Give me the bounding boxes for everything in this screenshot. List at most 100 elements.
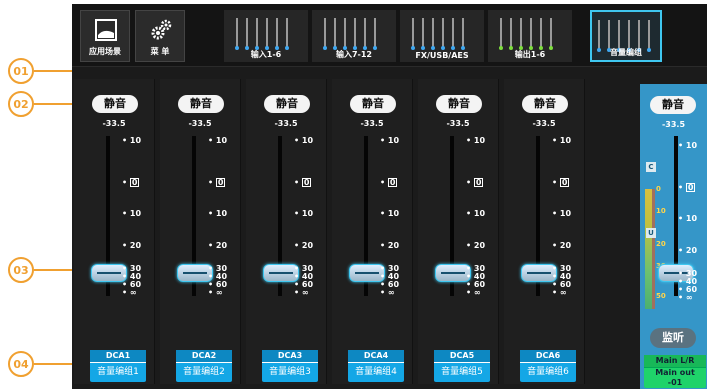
callout-04-line bbox=[34, 363, 72, 365]
bank-fader-line bbox=[236, 18, 238, 48]
bank-fader-line bbox=[598, 20, 600, 50]
fader-scale-value: 20 bbox=[215, 241, 228, 250]
dca-name: DCA2 bbox=[176, 350, 232, 363]
fader-scale-tick: • 10 bbox=[552, 209, 572, 218]
unity-indicator: U bbox=[646, 228, 656, 238]
bank-label: 音量编组 bbox=[610, 48, 642, 57]
fader-scale-value: 0 bbox=[301, 178, 312, 187]
callout-03-line bbox=[34, 269, 72, 271]
dca-assign-button[interactable]: DCA4 音量编组4 bbox=[348, 350, 404, 382]
dca-assign-button[interactable]: DCA2 音量编组2 bbox=[176, 350, 232, 382]
main-lr-output[interactable]: Main L/R Main out -01 bbox=[644, 355, 706, 388]
fader-scale-tick: • 20 bbox=[552, 241, 572, 250]
bank-label: 输入7-12 bbox=[335, 50, 373, 59]
bank-input-1-6[interactable]: 输入1-6 bbox=[224, 10, 308, 62]
dca-assign-button[interactable]: DCA1 音量编组1 bbox=[90, 350, 146, 382]
fader-scale-value: ∞ bbox=[473, 288, 481, 297]
scenes-button[interactable]: 应用场景 bbox=[80, 10, 130, 62]
dca-group-name: 音量编组4 bbox=[355, 367, 397, 377]
fader-scale-value: 10 bbox=[559, 209, 572, 218]
dca-assign-button[interactable]: DCA3 音量编组3 bbox=[262, 350, 318, 382]
bank-fader-line bbox=[266, 18, 268, 48]
dca-group-name: 音量编组5 bbox=[441, 367, 483, 377]
fader-scale-value: 0 bbox=[215, 178, 226, 187]
bank-faders bbox=[411, 18, 472, 50]
monitor-button[interactable]: 监听 bbox=[650, 328, 696, 348]
bank-dca-groups[interactable]: 音量编组 bbox=[590, 10, 662, 62]
bank-fader-dot bbox=[451, 46, 455, 50]
level-readout: -33.5 bbox=[274, 119, 298, 128]
bank-fader-line bbox=[422, 18, 424, 48]
dca-strip: 静音 -33.5 DCA6 音量编组6 • 10 • 0 • 10 • 20 • 30 • 40 •… bbox=[504, 79, 585, 384]
fader-scale-value: 10 bbox=[215, 209, 228, 218]
master-mute-button[interactable]: 静音 bbox=[650, 96, 696, 114]
callout-04: 04 bbox=[8, 351, 34, 377]
master-strip: 静音 -33.5 C U 0 10 20 30 50 • 10• 0• 10• … bbox=[640, 84, 707, 389]
bank-fader-line bbox=[452, 18, 454, 48]
fader-scale-value: 10 bbox=[301, 136, 314, 145]
bank-fader-dot bbox=[441, 46, 445, 50]
bank-label: 输出1-6 bbox=[514, 50, 546, 59]
mute-button[interactable]: 静音 bbox=[350, 95, 396, 113]
dca-name: DCA1 bbox=[90, 350, 146, 363]
fader-scale-tick: • 0 bbox=[678, 183, 696, 192]
level-readout: -33.5 bbox=[446, 119, 470, 128]
bank-faders bbox=[235, 18, 296, 50]
main-out-value: -01 bbox=[667, 378, 683, 387]
bank-fader-line bbox=[442, 18, 444, 48]
fader-scale-tick: • ∞ bbox=[552, 288, 567, 297]
mute-button[interactable]: 静音 bbox=[522, 95, 568, 113]
fader-scale-tick: • 20 bbox=[380, 241, 400, 250]
fader-scale-tick: • 20 bbox=[678, 246, 698, 255]
fader-scale-value: 10 bbox=[559, 136, 572, 145]
bank-fader-line bbox=[344, 18, 346, 48]
dca-name: DCA4 bbox=[348, 350, 404, 363]
dca-strip: 静音 -33.5 DCA4 音量编组4 • 10 • 0 • 10 • 20 • 30 • 40 •… bbox=[332, 79, 413, 384]
bank-fader-line bbox=[354, 18, 356, 48]
menu-button[interactable]: 菜 单 bbox=[135, 10, 185, 62]
bank-fader-line bbox=[364, 18, 366, 48]
dca-assign-button[interactable]: DCA6 音量编组6 bbox=[520, 350, 576, 382]
bank-output-1-6[interactable]: 输出1-6 bbox=[488, 10, 572, 62]
mute-button[interactable]: 静音 bbox=[92, 95, 138, 113]
bank-fader-dot bbox=[461, 46, 465, 50]
mute-button[interactable]: 静音 bbox=[264, 95, 310, 113]
fader-scale-tick: • 10 bbox=[294, 136, 314, 145]
fader-scale-value: 10 bbox=[685, 141, 698, 150]
fader-scale-value: 20 bbox=[559, 241, 572, 250]
fader-scale-value: 20 bbox=[129, 241, 142, 250]
fader-scale-value: 10 bbox=[387, 209, 400, 218]
bank-fx-usb-aes[interactable]: FX/USB/AES bbox=[400, 10, 484, 62]
mute-button[interactable]: 静音 bbox=[436, 95, 482, 113]
fader-scale-value: 10 bbox=[301, 209, 314, 218]
dca-assign-button[interactable]: DCA5 音量编组5 bbox=[434, 350, 490, 382]
fader-scale-value: 0 bbox=[685, 183, 696, 192]
fader-scale-value: 0 bbox=[559, 178, 570, 187]
bank-fader-line bbox=[462, 18, 464, 48]
mute-button[interactable]: 静音 bbox=[178, 95, 224, 113]
fader-scale-value: 0 bbox=[473, 178, 484, 187]
bank-fader-line bbox=[374, 18, 376, 48]
fader-scale-tick: • ∞ bbox=[466, 288, 481, 297]
dca-group-name: 音量编组6 bbox=[527, 367, 569, 377]
bank-fader-line bbox=[256, 18, 258, 48]
meter-scale-0: 0 bbox=[656, 185, 661, 193]
dca-name: DCA3 bbox=[262, 350, 318, 363]
fader-scale-value: 10 bbox=[129, 136, 142, 145]
fader-scale-value: 20 bbox=[473, 241, 486, 250]
fader-scale-tick: • 0 bbox=[466, 178, 484, 187]
fader-scale-tick: • 0 bbox=[294, 178, 312, 187]
fader-scale-tick: • ∞ bbox=[380, 288, 395, 297]
dca-name: DCA6 bbox=[520, 350, 576, 363]
bank-input-7-12[interactable]: 输入7-12 bbox=[312, 10, 396, 62]
fader-scale-value: 10 bbox=[387, 136, 400, 145]
fader-scale-value: ∞ bbox=[129, 288, 137, 297]
fader-scale-tick: • 10 bbox=[208, 209, 228, 218]
bank-fader-line bbox=[648, 20, 650, 50]
level-readout: -33.5 bbox=[360, 119, 384, 128]
bank-fader-dot bbox=[421, 46, 425, 50]
fader-scale-tick: • 10 bbox=[552, 136, 572, 145]
meter-scale-10: 10 bbox=[656, 207, 666, 215]
fader-scale-value: 20 bbox=[387, 241, 400, 250]
fader-scale-value: ∞ bbox=[301, 288, 309, 297]
